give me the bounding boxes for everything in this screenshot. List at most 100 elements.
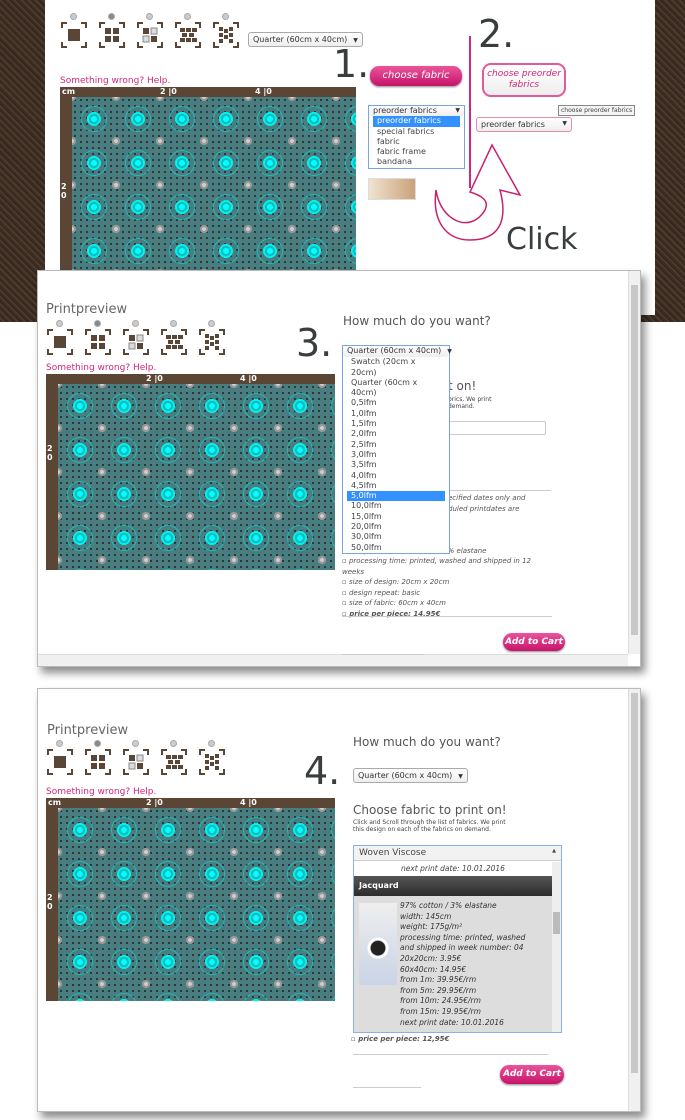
fabric-detail-line: processing time: printed, washed xyxy=(400,932,526,942)
fabric-detail-line: from 5m: 29.95€/rm xyxy=(400,985,477,995)
preorder-select[interactable]: preorder fabrics ▼ xyxy=(476,117,572,132)
fabric-type-select[interactable]: preorder fabrics ▼ xyxy=(369,106,464,117)
note-line: duled printdates are xyxy=(448,504,520,513)
help-link[interactable]: Something wrong? Help. xyxy=(46,787,156,797)
brick-icon[interactable] xyxy=(161,740,187,775)
dropdown-option[interactable]: 20,0lfm xyxy=(347,522,445,532)
grid-2x2-icon[interactable] xyxy=(85,320,111,355)
size-select[interactable]: Quarter (60cm x 40cm) ▼ xyxy=(353,768,468,783)
dropdown-option[interactable]: 1,0lfm xyxy=(347,409,445,419)
fabric-list[interactable]: Woven Viscose ▲ next print date: 10.01.20… xyxy=(353,845,562,1033)
layout-radio[interactable] xyxy=(94,320,101,327)
dropdown-option[interactable]: Quarter (60cm x 40cm) xyxy=(347,378,445,399)
half-drop-icon[interactable] xyxy=(199,320,225,355)
dropdown-option[interactable]: 3,0lfm xyxy=(347,450,445,460)
fabric-detail-line: weight: 175g/m² xyxy=(400,922,463,932)
half-drop-icon[interactable] xyxy=(199,740,225,775)
choose-fabric-button[interactable]: choose fabric xyxy=(370,66,462,86)
layout-icons xyxy=(61,13,239,48)
click-label: Click xyxy=(506,222,578,257)
prev-print-date: next print date: 10.01.2016 xyxy=(354,861,561,876)
dropdown-option[interactable]: 4,5lfm xyxy=(347,481,445,491)
layout-radio[interactable] xyxy=(208,740,215,747)
dropdown-option[interactable]: 1,5lfm xyxy=(347,419,445,429)
layout-radio[interactable] xyxy=(108,13,115,20)
fabric-thumbnail xyxy=(359,903,397,985)
dropdown-option[interactable]: 2,5lfm xyxy=(347,440,445,450)
vertical-scrollbar[interactable] xyxy=(628,689,640,1111)
horizontal-scrollbar[interactable] xyxy=(38,654,628,666)
fabric-detail-line: next print date: 10.01.2016 xyxy=(400,1017,504,1027)
ruler-left: 2 0 xyxy=(47,893,53,911)
dropdown-option[interactable]: 2,0lfm xyxy=(347,429,445,439)
dropdown-arrow-icon: ▼ xyxy=(458,773,463,780)
how-much-heading: How much do you want? xyxy=(343,314,491,328)
add-to-cart-button[interactable]: Add to Cart xyxy=(503,633,565,651)
divider xyxy=(353,1054,548,1055)
dropdown-option[interactable]: 0,5lfm xyxy=(347,398,445,408)
layout-radio[interactable] xyxy=(94,740,101,747)
fabric-list-header[interactable]: Woven Viscose ▲ xyxy=(354,846,561,861)
divider xyxy=(342,654,424,655)
layout-radio[interactable] xyxy=(132,740,139,747)
layout-radio[interactable] xyxy=(56,320,63,327)
dropdown-option[interactable]: 3,5lfm xyxy=(347,460,445,470)
preorder-select-value: preorder fabrics xyxy=(481,120,545,129)
fabric-thumbnail[interactable] xyxy=(368,178,416,200)
dropdown-option[interactable]: 4,0lfm xyxy=(347,471,445,481)
ruler-20: 2 |0 xyxy=(160,87,177,96)
printpreview-title: Printpreview xyxy=(46,302,128,317)
ruler-left: 2 0 xyxy=(61,182,67,200)
fabric-list-header-label: Woven Viscose xyxy=(359,848,427,858)
layout-radio[interactable] xyxy=(170,740,177,747)
help-link[interactable]: Something wrong? Help. xyxy=(60,76,170,86)
help-link[interactable]: Something wrong? Help. xyxy=(46,363,156,373)
detail-item: design repeat: basic xyxy=(342,588,542,599)
vertical-scrollbar[interactable] xyxy=(628,271,640,654)
dropdown-option[interactable]: 10,0lfm xyxy=(347,501,445,511)
layout-radio[interactable] xyxy=(208,320,215,327)
ruler-20: 2 |0 xyxy=(146,798,163,807)
dropdown-option[interactable]: 15,0lfm xyxy=(347,512,445,522)
layout-radio[interactable] xyxy=(132,320,139,327)
dropdown-option[interactable]: 30,0lfm xyxy=(347,532,445,542)
desc-line: Click and Scroll through the list of fab… xyxy=(353,819,506,826)
fabric-pattern xyxy=(58,384,335,570)
layout-radio[interactable] xyxy=(70,13,77,20)
step3-panel: Printpreview Something wrong? Help. 2 |0… xyxy=(37,270,641,667)
single-tile-icon[interactable] xyxy=(47,320,73,355)
grid-mirror-icon[interactable] xyxy=(123,740,149,775)
fabric-select-partial[interactable] xyxy=(448,421,546,435)
detail-item: size of fabric: 60cm x 40cm xyxy=(342,598,542,609)
single-tile-icon[interactable] xyxy=(47,740,73,775)
choose-preorder-button[interactable]: choose preorder fabrics xyxy=(482,63,566,97)
layout-icons xyxy=(47,740,225,775)
fabric-detail-line: 97% cotton / 3% elastane xyxy=(400,901,497,910)
single-tile-icon[interactable] xyxy=(61,13,87,48)
layout-radio[interactable] xyxy=(56,740,63,747)
choose-heading-partial: t on! xyxy=(448,379,477,393)
fabric-list-scrollbar[interactable] xyxy=(552,862,561,1032)
dropdown-option[interactable]: 50,0lfm xyxy=(347,543,445,553)
dropdown-option[interactable]: special fabrics xyxy=(373,127,460,137)
size-select[interactable]: Quarter (60cm x 40cm) ▼ xyxy=(343,346,452,358)
dropdown-option[interactable]: preorder fabrics xyxy=(373,116,460,127)
half-drop-icon[interactable] xyxy=(213,13,239,48)
grid-mirror-icon[interactable] xyxy=(137,13,163,48)
step-number: 3. xyxy=(296,321,333,365)
brick-icon[interactable] xyxy=(161,320,187,355)
size-dropdown[interactable]: Quarter (60cm x 40cm) ▼ Swatch (20cm x 20… xyxy=(342,345,452,554)
dropdown-option[interactable]: Swatch (20cm x 20cm) xyxy=(347,357,445,378)
add-to-cart-button[interactable]: Add to Cart xyxy=(500,1065,564,1084)
grid-mirror-icon[interactable] xyxy=(123,320,149,355)
grid-2x2-icon[interactable] xyxy=(85,740,111,775)
ruler-unit: cm xyxy=(48,798,62,807)
layout-radio[interactable] xyxy=(222,13,229,20)
dropdown-option[interactable]: 5,0lfm xyxy=(347,491,445,502)
brick-icon[interactable] xyxy=(175,13,201,48)
grid-2x2-icon[interactable] xyxy=(99,13,125,48)
layout-radio[interactable] xyxy=(170,320,177,327)
layout-radio[interactable] xyxy=(146,13,153,20)
fabric-item-title[interactable]: Jacquard xyxy=(354,876,561,896)
layout-radio[interactable] xyxy=(184,13,191,20)
